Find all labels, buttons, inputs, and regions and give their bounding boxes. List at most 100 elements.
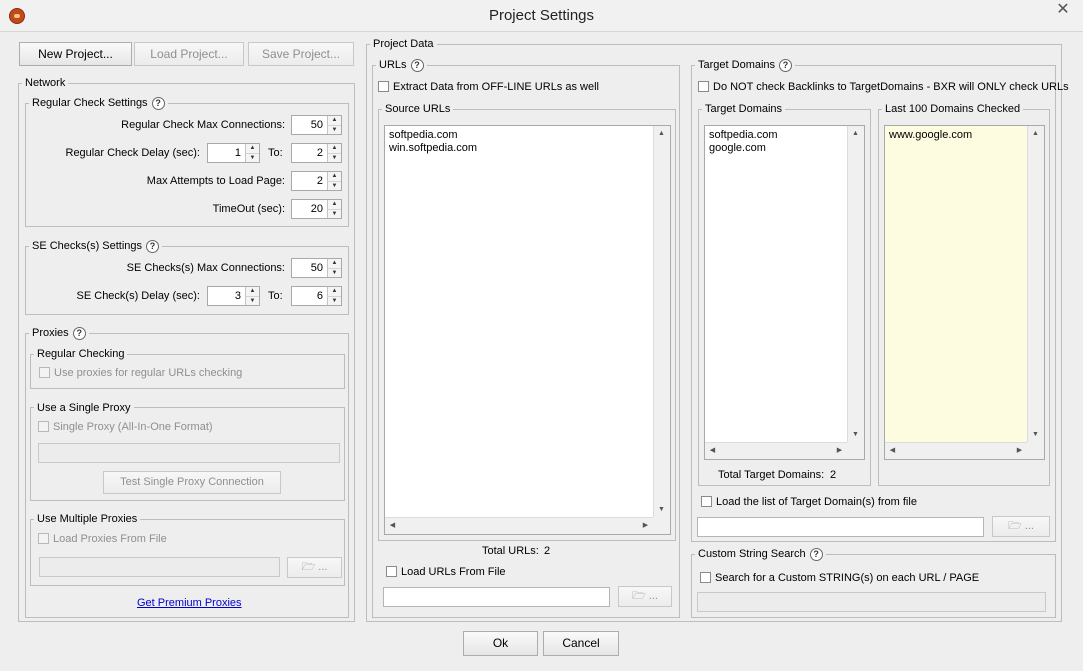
down-arrow-icon[interactable]: ▼ <box>327 181 341 190</box>
scroll-right-icon[interactable]: ▶ <box>832 443 847 458</box>
up-arrow-icon[interactable]: ▲ <box>327 200 341 209</box>
up-arrow-icon[interactable]: ▲ <box>245 287 259 296</box>
help-icon[interactable]: ? <box>809 548 823 561</box>
offline-urls-checkbox[interactable] <box>378 81 389 92</box>
target-browse-button[interactable]: 🗁 ... <box>992 516 1050 537</box>
list-item[interactable]: www.google.com <box>889 129 972 142</box>
help-icon[interactable]: ? <box>146 240 160 253</box>
last-checked-items: www.google.com <box>889 129 972 142</box>
up-arrow-icon[interactable]: ▲ <box>245 144 259 153</box>
se-delay-label: SE Check(s) Delay (sec): <box>76 290 200 302</box>
horizontal-scrollbar[interactable]: ◀ ▶ <box>385 517 653 534</box>
help-icon[interactable]: ? <box>779 59 793 72</box>
urls-browse-button[interactable]: 🗁 ... <box>618 586 672 607</box>
down-arrow-icon[interactable]: ▼ <box>327 296 341 305</box>
down-arrow-icon[interactable]: ▼ <box>245 153 259 162</box>
scroll-up-icon[interactable]: ▲ <box>1028 126 1043 141</box>
premium-proxies-link[interactable]: Get Premium Proxies <box>137 597 242 609</box>
single-proxy-input[interactable] <box>38 443 340 463</box>
ok-button[interactable]: Ok <box>463 631 538 656</box>
load-proxies-checkbox[interactable] <box>38 533 49 544</box>
multiple-proxies-title: Use Multiple Proxies <box>34 513 141 526</box>
up-arrow-icon[interactable]: ▲ <box>327 172 341 181</box>
scroll-corner <box>847 442 864 459</box>
source-urls-list[interactable]: softpedia.com win.softpedia.com ▲ ▼ ◀ ▶ <box>384 125 671 535</box>
list-item[interactable]: google.com <box>709 142 777 155</box>
scroll-up-icon[interactable]: ▲ <box>848 126 863 141</box>
target-file-input[interactable] <box>697 517 984 537</box>
max-attempts-stepper[interactable]: 2 ▲ ▼ <box>291 171 342 191</box>
scroll-right-icon[interactable]: ▶ <box>1012 443 1027 458</box>
stepper-value[interactable]: 20 <box>292 200 326 218</box>
se-delay-to-stepper[interactable]: 6 ▲ ▼ <box>291 286 342 306</box>
vertical-scrollbar[interactable]: ▲ ▼ <box>847 126 864 442</box>
vertical-scrollbar[interactable]: ▲ ▼ <box>1027 126 1044 442</box>
load-project-button[interactable]: Load Project... <box>134 42 244 66</box>
list-item[interactable]: softpedia.com <box>709 129 777 142</box>
load-target-checkbox[interactable] <box>701 496 712 507</box>
scroll-down-icon[interactable]: ▼ <box>654 502 669 517</box>
scroll-up-icon[interactable]: ▲ <box>654 126 669 141</box>
stepper-value[interactable]: 2 <box>292 172 326 190</box>
last-checked-list[interactable]: www.google.com ▲ ▼ ◀ ▶ <box>884 125 1045 460</box>
browse-label: ... <box>648 590 658 602</box>
regular-delay-to-stepper[interactable]: 2 ▲ ▼ <box>291 143 342 163</box>
help-icon[interactable]: ? <box>410 59 424 72</box>
new-project-button[interactable]: New Project... <box>19 42 132 66</box>
close-button[interactable]: ✕ <box>1044 0 1082 22</box>
regular-delay-from-stepper[interactable]: 1 ▲ ▼ <box>207 143 260 163</box>
load-urls-checkbox[interactable] <box>386 566 397 577</box>
up-arrow-icon[interactable]: ▲ <box>327 259 341 268</box>
se-delay-from-stepper[interactable]: 3 ▲ ▼ <box>207 286 260 306</box>
horizontal-scrollbar[interactable]: ◀ ▶ <box>705 442 847 459</box>
single-proxy-checkbox[interactable] <box>38 421 49 432</box>
up-arrow-icon[interactable]: ▲ <box>327 116 341 125</box>
help-icon[interactable]: ? <box>72 327 86 340</box>
horizontal-scrollbar[interactable]: ◀ ▶ <box>885 442 1027 459</box>
stepper-value[interactable]: 50 <box>292 259 326 277</box>
down-arrow-icon[interactable]: ▼ <box>327 125 341 134</box>
scroll-down-icon[interactable]: ▼ <box>848 427 863 442</box>
stepper-value[interactable]: 3 <box>208 287 244 305</box>
scroll-right-icon[interactable]: ▶ <box>638 518 653 533</box>
custom-string-checkbox[interactable] <box>700 572 711 583</box>
urls-file-input[interactable] <box>383 587 610 607</box>
down-arrow-icon[interactable]: ▼ <box>327 268 341 277</box>
project-data-title: Project Data <box>370 38 437 51</box>
use-proxies-checkbox[interactable] <box>39 367 50 378</box>
scroll-down-icon[interactable]: ▼ <box>1028 427 1043 442</box>
stepper-value[interactable]: 2 <box>292 144 326 162</box>
proxies-browse-button[interactable]: 🗁 ... <box>287 557 342 578</box>
list-item[interactable]: softpedia.com <box>389 129 477 142</box>
up-arrow-icon[interactable]: ▲ <box>327 144 341 153</box>
stepper-value[interactable]: 50 <box>292 116 326 134</box>
scroll-corner <box>653 517 670 534</box>
no-backlinks-checkbox[interactable] <box>698 81 709 92</box>
proxies-file-input[interactable] <box>39 557 280 577</box>
help-icon[interactable]: ? <box>151 97 165 110</box>
save-project-button[interactable]: Save Project... <box>248 42 354 66</box>
vertical-scrollbar[interactable]: ▲ ▼ <box>653 126 670 517</box>
scroll-left-icon[interactable]: ◀ <box>385 518 400 533</box>
regular-checking-title: Regular Checking <box>34 348 128 361</box>
down-arrow-icon[interactable]: ▼ <box>245 296 259 305</box>
stepper-value[interactable]: 6 <box>292 287 326 305</box>
scroll-left-icon[interactable]: ◀ <box>705 443 720 458</box>
timeout-label: TimeOut (sec): <box>212 203 285 215</box>
custom-string-input[interactable] <box>697 592 1046 612</box>
down-arrow-icon[interactable]: ▼ <box>327 209 341 218</box>
cancel-button[interactable]: Cancel <box>543 631 619 656</box>
target-domains-list[interactable]: softpedia.com google.com ▲ ▼ ◀ ▶ <box>704 125 865 460</box>
list-item[interactable]: win.softpedia.com <box>389 142 477 155</box>
se-max-connections-stepper[interactable]: 50 ▲ ▼ <box>291 258 342 278</box>
timeout-stepper[interactable]: 20 ▲ ▼ <box>291 199 342 219</box>
stepper-value[interactable]: 1 <box>208 144 244 162</box>
down-arrow-icon[interactable]: ▼ <box>327 153 341 162</box>
regular-delay-label: Regular Check Delay (sec): <box>65 147 201 159</box>
proxies-title: Proxies? <box>29 327 89 340</box>
se-delay-to-label: To: <box>268 290 283 302</box>
scroll-left-icon[interactable]: ◀ <box>885 443 900 458</box>
test-proxy-button[interactable]: Test Single Proxy Connection <box>103 471 281 494</box>
up-arrow-icon[interactable]: ▲ <box>327 287 341 296</box>
regular-max-connections-stepper[interactable]: 50 ▲ ▼ <box>291 115 342 135</box>
